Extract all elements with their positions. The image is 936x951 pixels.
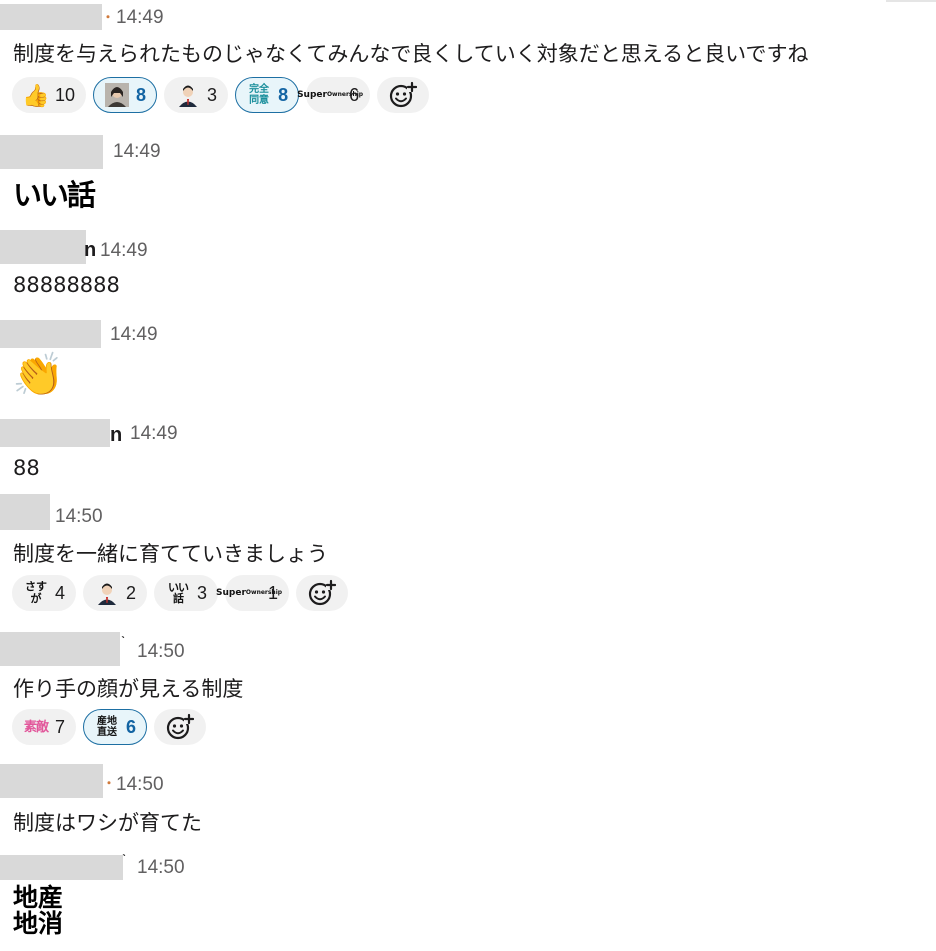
reaction-count: 10 — [55, 84, 76, 105]
message-text: 制度を一緒に育てていきましょう — [13, 542, 328, 566]
sender-name-fragment: ˋ — [121, 634, 125, 648]
thumbs-up-icon: 👍 — [22, 82, 50, 108]
reaction-count: 3 — [207, 84, 218, 105]
sender-name-fragment: n — [110, 424, 123, 446]
top-edge-divider — [886, 0, 936, 2]
message-text: 制度はワシが育てた — [13, 811, 202, 835]
redacted-sender-name[interactable] — [0, 764, 103, 798]
reaction-bar: さすが 4 2 いい話 3 Super Ownership 1 — [12, 575, 349, 611]
message-text: 地産 地消 — [13, 885, 63, 937]
sender-name-fragment: ・ — [102, 10, 115, 24]
sender-name-fragment: ˋ — [122, 852, 126, 866]
message-timestamp[interactable]: 14:50 — [137, 641, 185, 663]
redacted-sender-name[interactable] — [0, 494, 50, 530]
message-timestamp[interactable]: 14:50 — [55, 506, 103, 528]
redacted-sender-name[interactable] — [0, 632, 120, 666]
reaction-sanchi-chokusou[interactable]: 産地 直送 6 — [83, 709, 148, 745]
message-timestamp[interactable]: 14:49 — [116, 7, 164, 29]
message-timestamp[interactable]: 14:49 — [113, 141, 161, 163]
message-timestamp[interactable]: 14:49 — [100, 240, 148, 262]
message-timestamp[interactable]: 14:50 — [137, 857, 185, 879]
message-text-line: 地消 — [13, 909, 64, 938]
message-timestamp[interactable]: 14:49 — [110, 324, 158, 346]
reaction-count: 7 — [55, 716, 66, 737]
message-text: いい話 — [13, 178, 96, 212]
redacted-sender-name[interactable] — [0, 230, 86, 264]
message-timestamp[interactable]: 14:49 — [130, 423, 178, 445]
reaction-bar: 👍 10 8 3 完全 同意 8 Super Ownership 6 — [12, 77, 430, 113]
iihanashi-icon: いい話 — [168, 581, 189, 605]
reaction-count: 2 — [126, 582, 137, 603]
reaction-avatar-man[interactable]: 3 — [164, 77, 229, 113]
redacted-sender-name[interactable] — [0, 855, 123, 880]
message-text: 88888888 — [13, 273, 120, 297]
avatar-woman-icon — [104, 82, 130, 108]
avatar-man-icon — [94, 580, 120, 606]
add-reaction-icon — [166, 713, 195, 740]
reaction-bar: 素敵 7 産地 直送 6 — [12, 709, 207, 745]
reaction-avatar-woman[interactable]: 8 — [93, 77, 158, 113]
reaction-count: 6 — [349, 84, 360, 105]
avatar-man-icon — [175, 82, 201, 108]
reaction-count: 8 — [136, 84, 147, 105]
message-text: 88 — [13, 456, 40, 480]
message-text: 作り手の顔が見える制度 — [13, 677, 244, 701]
reaction-count: 3 — [197, 582, 208, 603]
add-reaction-icon — [389, 81, 418, 108]
reaction-sasuga[interactable]: さすが 4 — [12, 575, 77, 611]
reaction-avatar-man[interactable]: 2 — [83, 575, 148, 611]
add-reaction-button[interactable] — [296, 575, 349, 611]
sanchi-chokusou-icon: 産地 直送 — [97, 716, 118, 738]
reaction-suteki[interactable]: 素敵 7 — [12, 709, 77, 745]
sasuga-icon: さすが — [25, 580, 47, 605]
sender-name-fragment: n — [84, 239, 97, 261]
reaction-super-ownership[interactable]: Super Ownership 1 — [216, 575, 290, 611]
redacted-sender-name[interactable] — [0, 419, 110, 447]
reaction-count: 4 — [55, 582, 66, 603]
add-reaction-button[interactable] — [377, 77, 430, 113]
suteki-icon: 素敵 — [23, 719, 49, 735]
clapping-hands-icon: 👏 — [12, 351, 65, 398]
redacted-sender-name[interactable] — [0, 320, 101, 348]
reaction-count: 1 — [268, 582, 279, 603]
reaction-count: 6 — [126, 716, 137, 737]
redacted-sender-name[interactable] — [0, 135, 103, 169]
redacted-sender-name[interactable] — [0, 4, 102, 30]
super-ownership-icon: Super Ownership — [216, 588, 283, 598]
message-text-line: 地産 — [13, 883, 64, 912]
message-text: 制度を与えられたものじゃなくてみんなで良くしていく対象だと思えると良いですね — [13, 42, 809, 66]
add-reaction-icon — [308, 579, 337, 606]
sender-name-fragment: ・ — [103, 776, 116, 790]
reaction-kanzen-doui[interactable]: 完全 同意 8 — [235, 77, 300, 113]
super-ownership-icon: Super Ownership — [297, 90, 364, 100]
reaction-thumbs-up[interactable]: 👍 10 — [12, 77, 87, 113]
kanzen-doui-icon: 完全 同意 — [249, 84, 270, 106]
message-timestamp[interactable]: 14:50 — [116, 774, 164, 796]
reaction-count: 8 — [278, 84, 289, 105]
add-reaction-button[interactable] — [154, 709, 207, 745]
reaction-iihanashi[interactable]: いい話 3 — [154, 575, 219, 611]
reaction-super-ownership[interactable]: Super Ownership 6 — [297, 77, 371, 113]
